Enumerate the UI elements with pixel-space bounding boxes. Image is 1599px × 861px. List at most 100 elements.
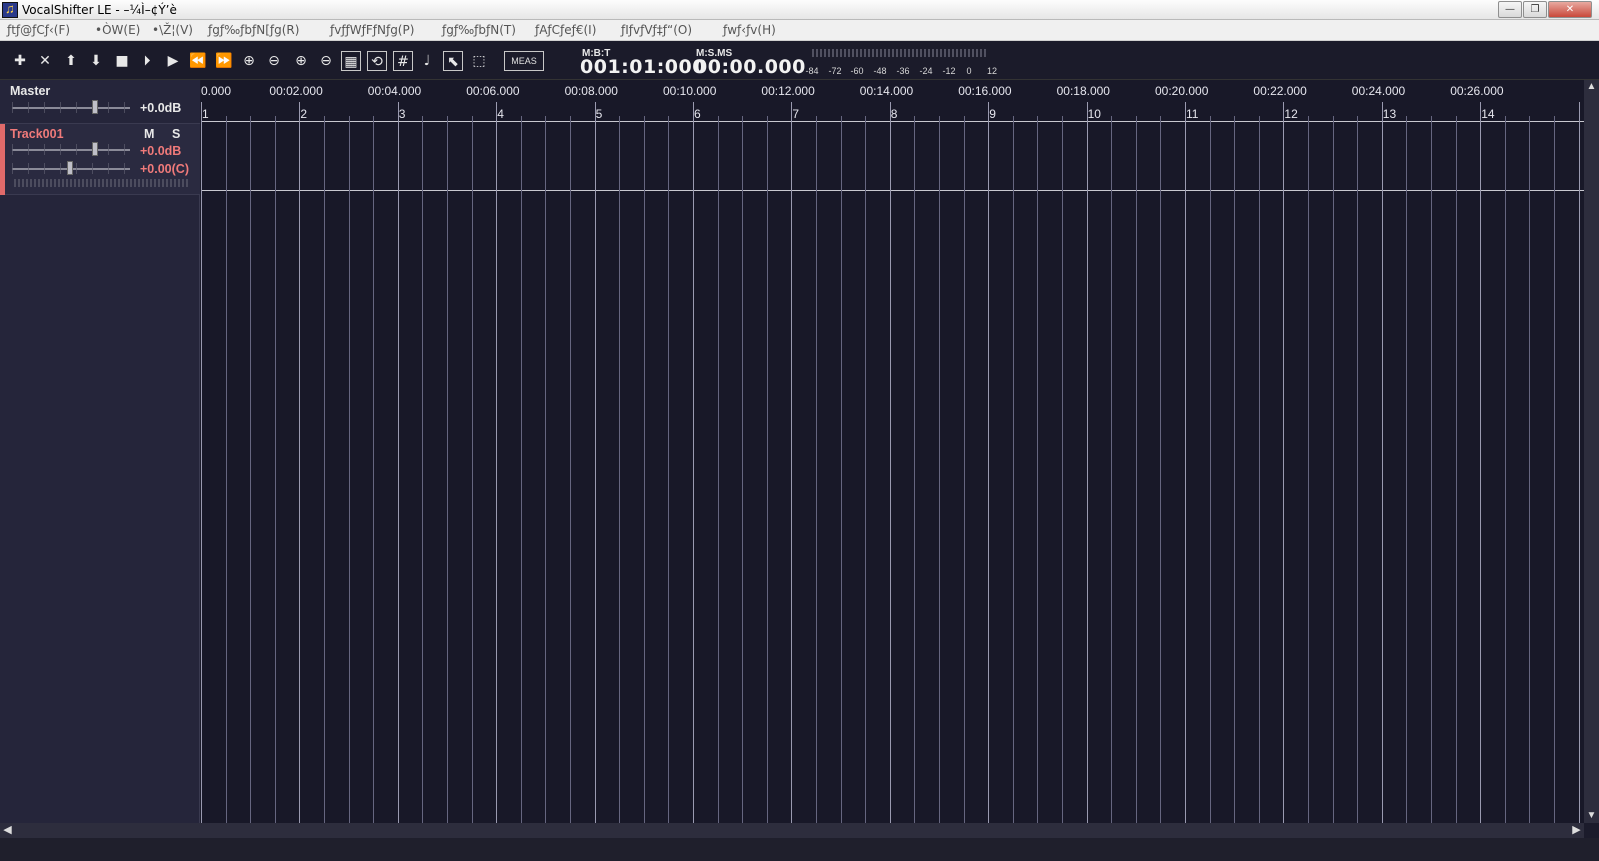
beat-gridline — [447, 116, 448, 823]
beat-gridline — [422, 116, 423, 823]
menu-bar: ƒtƒ@ƒCƒ‹(F) •ÒW(E) •\Ž¦(V) ƒgƒ‰ƒbƒN[ƒg(R) ƒv… — [0, 20, 1599, 41]
play-from-start-icon[interactable]: ⏵ — [137, 51, 157, 71]
restore-button[interactable]: ❐ — [1523, 1, 1547, 18]
measure-ruler-label: 2 — [300, 107, 308, 121]
master-track-header: Master +0.0dB — [0, 80, 200, 124]
zoom-out-horizontal-icon[interactable]: ⊖ — [264, 51, 284, 71]
measure-gridline — [299, 102, 300, 823]
beat-gridline — [964, 116, 965, 823]
scroll-follow-icon[interactable]: ▦ — [341, 51, 361, 71]
beat-gridline — [521, 116, 522, 823]
msms-position: 00:00.000 — [694, 56, 806, 78]
solo-button[interactable]: S — [172, 127, 180, 141]
range-select-icon[interactable]: ⬚ — [469, 51, 489, 71]
track-header[interactable]: Track001 M S +0.0dB +0.00(C) — [0, 124, 200, 195]
meas-button[interactable]: MEAS — [504, 51, 544, 71]
menu-item[interactable]: •\Ž¦(V) — [152, 23, 193, 37]
measure-ruler-label: 8 — [890, 107, 898, 121]
measure-gridline — [1382, 102, 1383, 823]
beat-gridline — [250, 116, 251, 823]
stop-icon[interactable]: ■ — [112, 51, 132, 71]
menu-item[interactable]: ƒwƒ‹ƒv(H) — [723, 23, 776, 37]
measure-gridline — [496, 102, 497, 823]
menu-item[interactable]: ƒIƒvƒVƒ‡ƒ“(O) — [621, 23, 692, 37]
mute-button[interactable]: M — [144, 127, 154, 141]
measure-ruler-label: 12 — [1284, 107, 1298, 121]
menu-item[interactable]: ƒvƒƒWƒFƒNƒg(P) — [330, 23, 414, 37]
delete-icon[interactable]: ✕ — [35, 51, 55, 71]
beat-gridline — [1357, 116, 1358, 823]
measure-gridline — [1087, 102, 1088, 823]
close-button[interactable]: ✕ — [1548, 1, 1592, 18]
beat-gridline — [668, 116, 669, 823]
scroll-up-button[interactable]: ▲ — [1584, 80, 1599, 94]
menu-item[interactable]: ƒgƒ‰ƒbƒN[ƒg(R) — [208, 23, 299, 37]
master-volume-thumb[interactable] — [92, 100, 98, 114]
metronome-note-icon[interactable]: ♩ — [417, 51, 437, 71]
meter-scale-label: -84 — [805, 66, 819, 76]
beat-gridline — [226, 116, 227, 823]
track-pan-slider[interactable] — [12, 161, 130, 175]
scroll-left-button[interactable]: ◀ — [0, 823, 15, 838]
beat-gridline — [1333, 116, 1334, 823]
master-level-meter — [812, 49, 987, 57]
zoom-in-horizontal-icon[interactable]: ⊕ — [239, 51, 259, 71]
measure-ruler[interactable]: 1 2 3 4 5 6 7 8 9 10 11 12 13 14 — [201, 102, 1584, 122]
pointer-tool-icon[interactable]: ⬉ — [443, 51, 463, 71]
measure-gridline — [791, 102, 792, 823]
fast-forward-icon[interactable]: ⏩ — [214, 51, 234, 71]
meter-scale-label: -48 — [873, 66, 887, 76]
add-icon[interactable]: ✚ — [10, 51, 30, 71]
move-up-icon[interactable]: ⬆ — [61, 51, 81, 71]
menu-item[interactable]: •ÒW(E) — [95, 23, 140, 37]
loop-icon[interactable]: ⟲ — [367, 51, 387, 71]
menu-item[interactable]: ƒAƒCƒeƒ€(I) — [535, 23, 596, 37]
beat-gridline — [1160, 116, 1161, 823]
beat-gridline — [619, 116, 620, 823]
measure-ruler-label: 5 — [595, 107, 603, 121]
time-ruler-label: 00:16.000 — [958, 84, 1012, 98]
time-ruler[interactable]: 0.000 00:02.000 00:04.000 00:06.000 00:08.00… — [201, 80, 1584, 102]
measure-gridline — [595, 102, 596, 823]
timeline-area[interactable]: 0.000 00:02.000 00:04.000 00:06.000 00:08.00… — [201, 80, 1584, 823]
beat-gridline — [1505, 116, 1506, 823]
scroll-right-button[interactable]: ▶ — [1569, 823, 1584, 838]
meter-scale-label: -12 — [942, 66, 956, 76]
play-icon[interactable]: ▶ — [163, 51, 183, 71]
beat-gridline — [1554, 116, 1555, 823]
beat-gridline — [275, 116, 276, 823]
time-ruler-label: 00:26.000 — [1450, 84, 1504, 98]
beat-gridline — [767, 116, 768, 823]
track-lane-divider — [201, 190, 1584, 191]
track-pan-value: +0.00(C) — [140, 162, 189, 176]
rewind-icon[interactable]: ⏪ — [188, 51, 208, 71]
beat-gridline — [939, 116, 940, 823]
measure-gridline — [1579, 102, 1580, 823]
track-volume-slider[interactable] — [12, 142, 130, 156]
zoom-out-vertical-icon[interactable]: ⊖ — [316, 51, 336, 71]
track-pan-thumb[interactable] — [67, 161, 73, 175]
status-bar — [0, 838, 1599, 861]
track-volume-thumb[interactable] — [92, 142, 98, 156]
move-down-icon[interactable]: ⬇ — [86, 51, 106, 71]
grid-icon[interactable]: # — [393, 51, 413, 71]
master-volume-slider[interactable] — [12, 100, 130, 114]
vertical-scrollbar[interactable]: ▲ ▼ — [1584, 80, 1599, 823]
measure-gridline — [693, 102, 694, 823]
menu-item[interactable]: ƒtƒ@ƒCƒ‹(F) — [7, 23, 70, 37]
beat-gridline — [1037, 116, 1038, 823]
title-bar: VocalShifter LE - –¼Ì–¢Ý’è — ❐ ✕ — [0, 0, 1599, 20]
time-ruler-label: 00:18.000 — [1056, 84, 1110, 98]
scroll-down-button[interactable]: ▼ — [1584, 809, 1599, 823]
beat-gridline — [1431, 116, 1432, 823]
zoom-in-vertical-icon[interactable]: ⊕ — [291, 51, 311, 71]
menu-item[interactable]: ƒgƒ‰ƒbƒN(T) — [442, 23, 516, 37]
measure-ruler-label: 3 — [398, 107, 406, 121]
beat-gridline — [914, 116, 915, 823]
beat-gridline — [324, 116, 325, 823]
beat-gridline — [644, 116, 645, 823]
track-name[interactable]: Track001 — [10, 127, 64, 141]
beat-gridline — [816, 116, 817, 823]
minimize-button[interactable]: — — [1498, 1, 1522, 18]
horizontal-scrollbar[interactable]: ◀ ▶ — [0, 823, 1584, 838]
